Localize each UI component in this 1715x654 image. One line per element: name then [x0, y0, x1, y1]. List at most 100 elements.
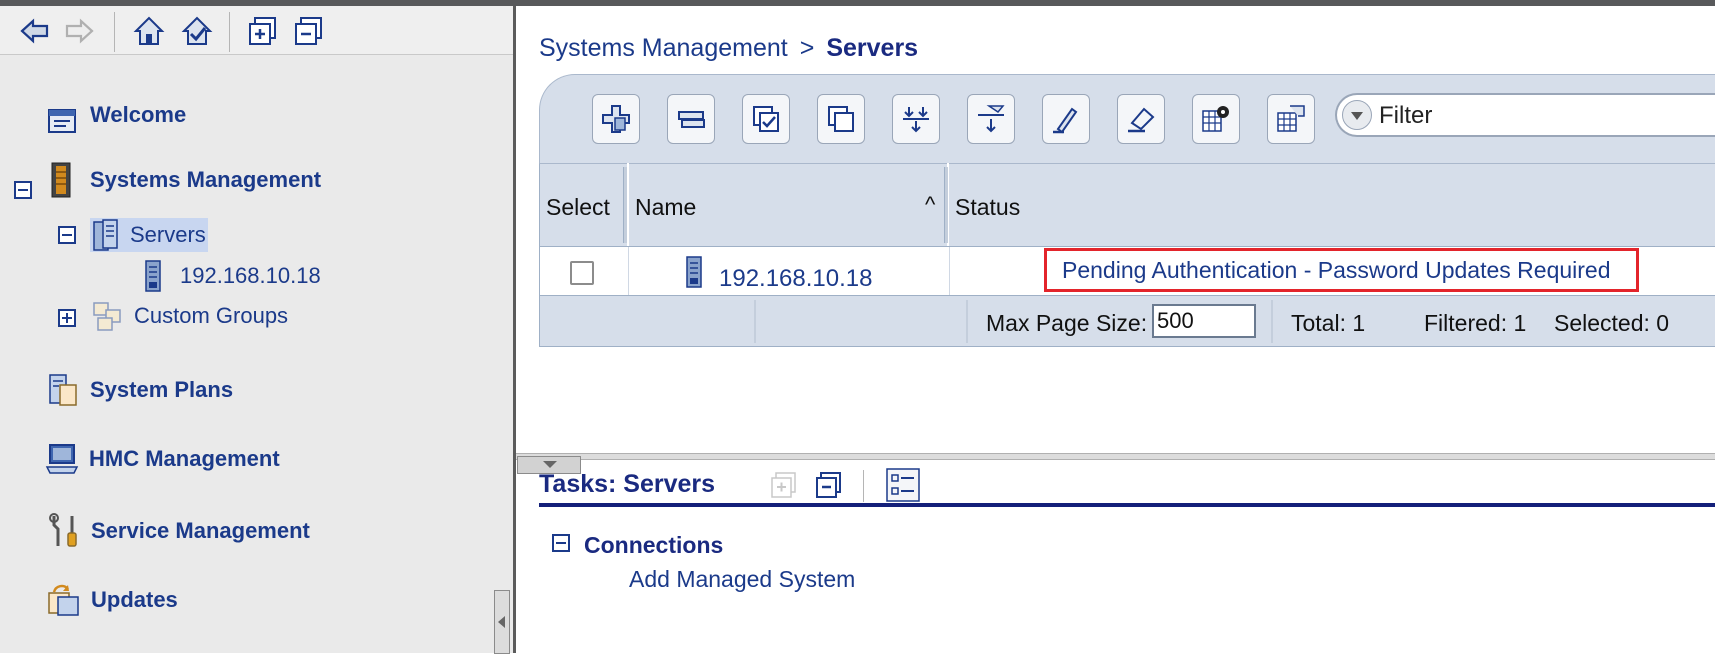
column-header-label: Select — [546, 194, 610, 220]
nav-item-server[interactable]: 192.168.10.18 — [144, 260, 321, 292]
nav-item-label: Service Management — [91, 518, 310, 543]
max-page-size-input[interactable]: 500 — [1152, 304, 1256, 338]
navigation-pane: Welcome Systems Management Servers 192.1… — [0, 6, 514, 654]
status-highlight-box: Pending Authentication - Password Update… — [1044, 248, 1639, 292]
back-icon[interactable] — [18, 14, 52, 48]
max-page-size-label: Max Page Size: — [986, 310, 1148, 336]
collapse-navigation-handle[interactable] — [494, 590, 510, 654]
expand-all-icon[interactable] — [246, 14, 280, 48]
nav-item-system-plans[interactable]: System Plans — [48, 373, 233, 407]
tasks-splitter[interactable] — [516, 453, 1715, 460]
nav-item-welcome[interactable]: Welcome — [48, 96, 186, 134]
nav-item-label: Servers — [130, 222, 206, 247]
clear-sort-button[interactable] — [1117, 94, 1165, 144]
filter-dropdown-icon[interactable] — [1342, 100, 1372, 130]
servers-table: Filter Select Name ^ Status 192.168.10.1… — [539, 74, 1715, 354]
home-icon[interactable] — [132, 14, 166, 48]
view-icon — [1277, 105, 1305, 132]
filter-rows-button[interactable] — [967, 94, 1015, 144]
collapse-toggle[interactable] — [58, 226, 76, 244]
collapse-tasks-icon[interactable] — [814, 470, 844, 500]
column-resize-handle[interactable] — [623, 167, 627, 243]
toolbar-separator — [229, 12, 230, 52]
add-system-button[interactable] — [592, 94, 640, 144]
nav-item-label: 192.168.10.18 — [180, 263, 321, 288]
table-toolbar: Filter — [539, 74, 1715, 163]
breadcrumb-separator: > — [799, 34, 815, 62]
table-row[interactable]: 192.168.10.18 Pending Authentication - P… — [539, 246, 1715, 297]
add-managed-system-link[interactable]: Add Managed System — [629, 566, 855, 593]
tasks-title: Tasks: Servers — [539, 470, 716, 498]
task-list-view-icon[interactable] — [886, 468, 920, 502]
nav-item-label: Welcome — [90, 102, 187, 127]
breadcrumb-current: Servers — [826, 34, 919, 62]
column-header-label: Status — [955, 194, 1021, 220]
selected-count: Selected: 0 — [1554, 310, 1670, 336]
server-icon — [145, 260, 161, 292]
hmc-management-icon — [45, 444, 79, 474]
expand-toggle[interactable] — [58, 309, 76, 327]
updates-icon — [48, 584, 79, 616]
nav-item-label: Systems Management — [90, 167, 322, 192]
add-system-icon — [602, 105, 630, 133]
sort-ascending-icon[interactable]: ^ — [925, 192, 935, 218]
status-link[interactable]: Pending Authentication - Password Update… — [1062, 257, 1611, 284]
breadcrumb: Systems Management > Servers — [539, 34, 918, 63]
home-check-icon[interactable] — [180, 14, 214, 48]
column-resize-handle[interactable] — [944, 167, 948, 243]
edit-sort-icon — [1053, 107, 1078, 134]
row-select-checkbox[interactable] — [570, 261, 594, 285]
connections-collapse-toggle[interactable] — [552, 534, 570, 552]
edit-sort-button[interactable] — [1042, 94, 1090, 144]
column-header-label: Name — [635, 194, 697, 220]
tasks-divider — [539, 503, 1715, 507]
filter-field[interactable]: Filter — [1335, 93, 1715, 137]
service-management-icon — [49, 513, 77, 547]
nav-item-hmc-management[interactable]: HMC Management — [45, 443, 280, 475]
expand-rows-button[interactable] — [892, 94, 940, 144]
column-header-name[interactable]: Name ^ — [629, 163, 947, 246]
toolbar-separator — [114, 12, 115, 52]
column-header-status[interactable]: Status — [949, 163, 1715, 246]
collapse-toggle[interactable] — [14, 181, 32, 199]
forward-icon[interactable] — [62, 14, 96, 48]
nav-item-label: HMC Management — [89, 446, 280, 471]
configure-columns-button[interactable] — [1192, 94, 1240, 144]
filter-placeholder: Filter — [1379, 102, 1433, 129]
clear-sort-icon — [1128, 107, 1155, 133]
system-plans-icon — [49, 374, 77, 406]
breadcrumb-parent-link[interactable]: Systems Management — [539, 34, 788, 62]
select-all-button[interactable] — [742, 94, 790, 144]
nav-item-label: Custom Groups — [134, 303, 289, 328]
manage-icon — [678, 111, 705, 128]
manage-button[interactable] — [667, 94, 715, 144]
filter-rows-icon — [978, 105, 1005, 133]
column-header-select[interactable]: Select — [539, 163, 627, 246]
configure-columns-icon — [1202, 106, 1229, 132]
view-button[interactable] — [1267, 94, 1315, 144]
nav-item-servers[interactable]: Servers — [90, 218, 208, 252]
server-icon — [686, 256, 702, 288]
toolbar-separator — [863, 470, 864, 502]
systems-management-icon — [51, 162, 71, 198]
nav-item-custom-groups[interactable]: Custom Groups — [92, 300, 288, 332]
nav-item-updates[interactable]: Updates — [46, 583, 178, 617]
expand-rows-icon — [903, 107, 929, 133]
work-area: Systems Management > Servers Filter Sele… — [516, 6, 1715, 653]
total-count: Total: 1 — [1291, 310, 1366, 336]
custom-groups-icon — [93, 302, 121, 331]
deselect-all-icon — [828, 106, 854, 132]
expand-tasks-icon — [771, 472, 796, 498]
tasks-section-connections[interactable]: Connections — [584, 532, 723, 559]
select-all-icon — [753, 106, 779, 132]
table-footer: Max Page Size: 500 Total: 1 Filtered: 1 … — [539, 296, 1715, 347]
deselect-all-button[interactable] — [817, 94, 865, 144]
navigation-toolbar — [0, 6, 514, 55]
nav-item-label: System Plans — [90, 377, 234, 402]
collapse-all-icon[interactable] — [292, 14, 326, 48]
nav-item-label: Updates — [91, 587, 178, 612]
server-name-link[interactable]: 192.168.10.18 — [719, 265, 872, 293]
nav-item-systems-management[interactable]: Systems Management — [50, 162, 321, 198]
nav-item-service-management[interactable]: Service Management — [48, 513, 310, 549]
welcome-icon — [48, 109, 76, 133]
